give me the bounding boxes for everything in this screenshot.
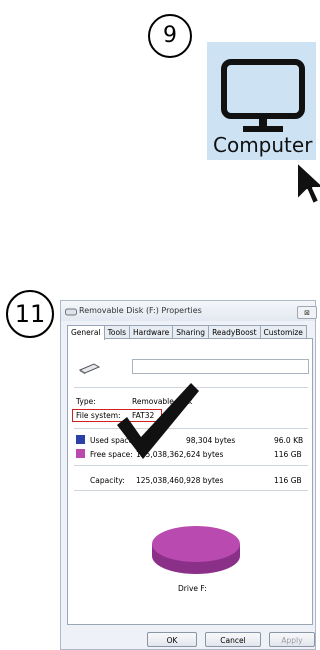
tab-customize[interactable]: Customize <box>259 325 307 339</box>
free-space-swatch <box>76 449 85 458</box>
step-number-badge: 11 <box>6 290 54 338</box>
capacity-size: 116 GB <box>274 476 302 485</box>
divider <box>74 490 308 491</box>
drive-name-field[interactable] <box>132 359 309 374</box>
step-number-badge: 9 <box>148 14 192 58</box>
removable-drive-icon <box>78 363 100 375</box>
dialog-title: Removable Disk (F:) Properties <box>79 306 202 315</box>
dialog-titlebar: Removable Disk (F:) Properties ⊠ <box>61 301 317 321</box>
checkmark-icon <box>117 383 199 459</box>
mouse-cursor-icon <box>296 161 320 205</box>
used-space-size: 96.0 KB <box>274 436 304 445</box>
capacity-label: Capacity: <box>90 476 125 485</box>
free-space-size: 116 GB <box>274 450 302 459</box>
tab-tools[interactable]: Tools <box>103 325 131 339</box>
used-space-swatch <box>76 435 85 444</box>
cancel-button[interactable]: Cancel <box>205 632 261 647</box>
close-button[interactable]: ⊠ <box>297 306 317 319</box>
ok-button[interactable]: OK <box>147 632 197 647</box>
tab-sharing[interactable]: Sharing <box>172 325 210 339</box>
tab-strip: General Tools Hardware Sharing ReadyBoos… <box>67 325 307 340</box>
capacity-bytes: 125,038,460,928 bytes <box>136 476 224 485</box>
step-number: 11 <box>14 300 46 328</box>
apply-button[interactable]: Apply <box>269 632 315 647</box>
drive-letter-label: Drive F: <box>178 584 207 593</box>
tab-hardware[interactable]: Hardware <box>129 325 174 339</box>
tab-general[interactable]: General <box>67 325 105 340</box>
disk-usage-pie-icon <box>152 526 240 574</box>
computer-desktop-icon[interactable]: Computer <box>207 42 316 160</box>
removable-drive-icon <box>65 308 77 316</box>
computer-label: Computer <box>213 133 313 157</box>
properties-dialog: Removable Disk (F:) Properties ⊠ General… <box>60 300 317 650</box>
step-number: 9 <box>163 23 177 48</box>
tab-readyboost[interactable]: ReadyBoost <box>208 325 261 339</box>
type-label: Type: <box>76 397 96 406</box>
monitor-icon <box>221 59 305 132</box>
